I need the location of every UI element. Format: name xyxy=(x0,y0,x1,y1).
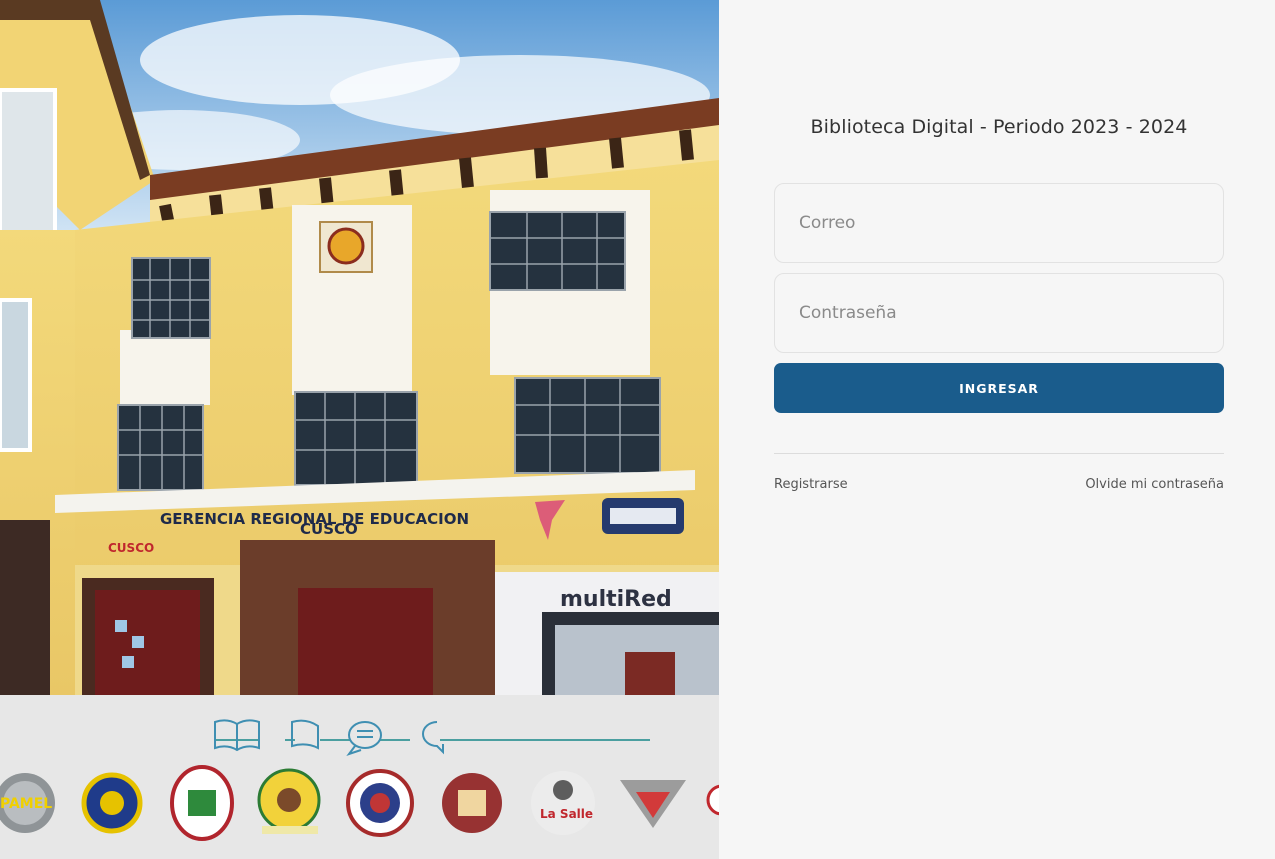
svg-text:PAMEL: PAMEL xyxy=(0,796,52,812)
page-title: Biblioteca Digital - Periodo 2023 - 2024 xyxy=(810,116,1188,138)
bank-sign: multiRed xyxy=(560,587,672,612)
login-page: GERENCIA REGIONAL DE EDUCACION CUSCO CUS… xyxy=(0,0,1275,859)
logo-5 xyxy=(346,769,414,837)
register-link[interactable]: Registrarse xyxy=(774,477,848,492)
side-sign: CUSCO xyxy=(108,541,154,555)
forgot-password-link[interactable]: Olvide mi contraseña xyxy=(1085,477,1224,492)
hero-image: GERENCIA REGIONAL DE EDUCACION CUSCO CUS… xyxy=(0,0,719,859)
password-field[interactable] xyxy=(774,273,1224,353)
email-field[interactable] xyxy=(774,183,1224,263)
logo-6 xyxy=(442,773,502,833)
svg-text:La Salle: La Salle xyxy=(540,807,593,821)
logo-3 xyxy=(170,765,234,841)
login-panel: Biblioteca Digital - Periodo 2023 - 2024… xyxy=(719,0,1275,859)
building-photo: GERENCIA REGIONAL DE EDUCACION CUSCO CUS… xyxy=(0,0,719,859)
building-sign-line2: CUSCO xyxy=(300,520,358,538)
logo-lasalle: La Salle xyxy=(531,771,595,835)
login-button[interactable]: INGRESAR xyxy=(774,363,1224,413)
divider xyxy=(774,453,1224,454)
logo-2 xyxy=(81,772,143,834)
